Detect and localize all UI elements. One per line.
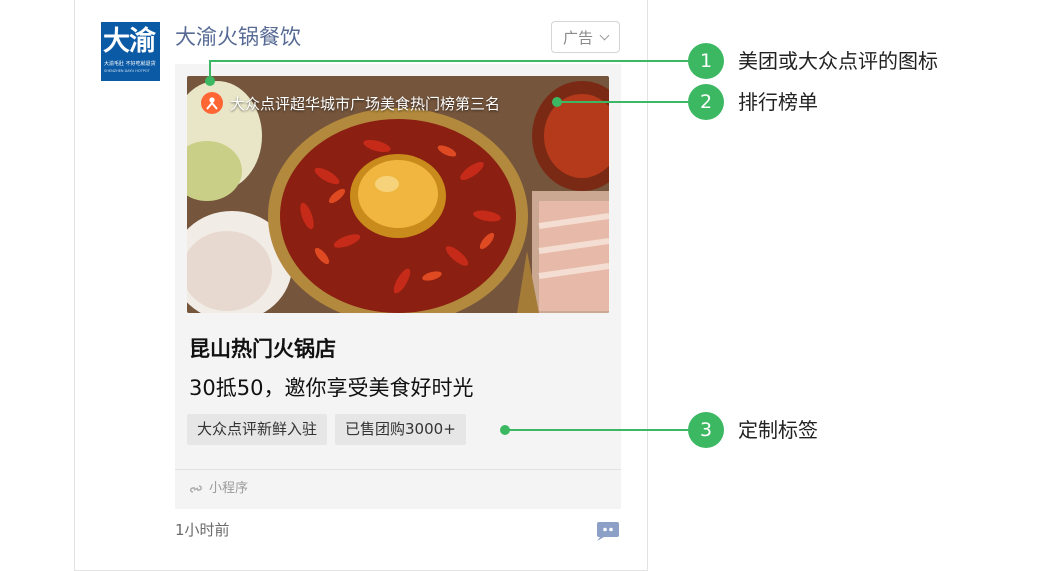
callout-3-line xyxy=(505,429,689,431)
tag-item: 大众点评新鲜入驻 xyxy=(187,414,328,445)
ranking-badge: 大众点评超华城市广场美食热门榜第三名 xyxy=(201,90,500,116)
callout-1-label: 美团或大众点评的图标 xyxy=(738,49,938,73)
callout-3-number: 3 xyxy=(688,412,724,448)
callout-1-number: 1 xyxy=(688,43,724,79)
chevron-down-icon xyxy=(599,30,610,40)
ranking-text: 大众点评超华城市广场美食热门榜第三名 xyxy=(230,94,501,113)
ad-content[interactable]: 大众点评超华城市广场美食热门榜第三名 昆山热门火锅店 30抵50，邀你享受美食好… xyxy=(175,64,621,509)
avatar[interactable]: 大渝 大渝毛肚 不好吃就退货 SHENZHEN DAYU HOTPOT xyxy=(101,22,160,81)
mini-program-link[interactable]: 小程序 xyxy=(189,477,248,501)
callout-2-number: 2 xyxy=(688,84,724,120)
avatar-text: 大渝 xyxy=(103,26,156,57)
callout-3-label: 定制标签 xyxy=(738,418,818,442)
post-time: 1小时前 xyxy=(175,521,230,539)
ad-card: 大渝 大渝毛肚 不好吃就退货 SHENZHEN DAYU HOTPOT 大渝火锅… xyxy=(74,0,648,571)
hotpot-photo: 大众点评超华城市广场美食热门榜第三名 xyxy=(187,76,609,313)
dianping-icon xyxy=(201,92,223,114)
ad-label: 广告 xyxy=(562,28,593,47)
link-icon xyxy=(190,485,202,493)
callout-2-label: 排行榜单 xyxy=(738,90,818,114)
callout-1-line xyxy=(209,60,689,62)
tag-item: 已售团购3000+ xyxy=(335,414,466,445)
ad-title: 昆山热门火锅店 xyxy=(189,337,336,361)
account-name[interactable]: 大渝火锅餐饮 xyxy=(175,23,301,51)
ad-label-button[interactable]: 广告 xyxy=(551,21,620,53)
custom-tags: 大众点评新鲜入驻 已售团购3000+ xyxy=(187,414,466,445)
callout-2-line xyxy=(557,101,689,103)
divider xyxy=(175,469,621,470)
avatar-subtext: 大渝毛肚 不好吃就退货 xyxy=(104,61,156,67)
comment-icon[interactable] xyxy=(595,520,621,542)
callout-1-line-vertical xyxy=(209,60,211,81)
avatar-finetext: SHENZHEN DAYU HOTPOT xyxy=(104,69,150,73)
mini-program-label: 小程序 xyxy=(209,481,249,496)
ad-subtitle: 30抵50，邀你享受美食好时光 xyxy=(189,376,474,400)
